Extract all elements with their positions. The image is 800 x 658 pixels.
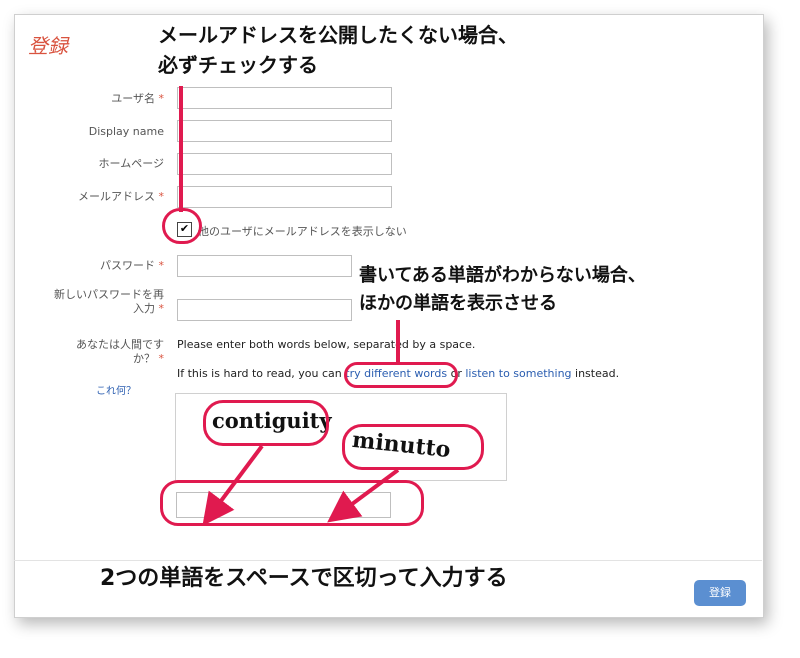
arrow-word2-to-input — [327, 468, 400, 523]
arrow-word1-to-input — [202, 444, 264, 526]
annotation-input-note: 2つの単語をスペースで区切って入力する — [100, 566, 508, 591]
